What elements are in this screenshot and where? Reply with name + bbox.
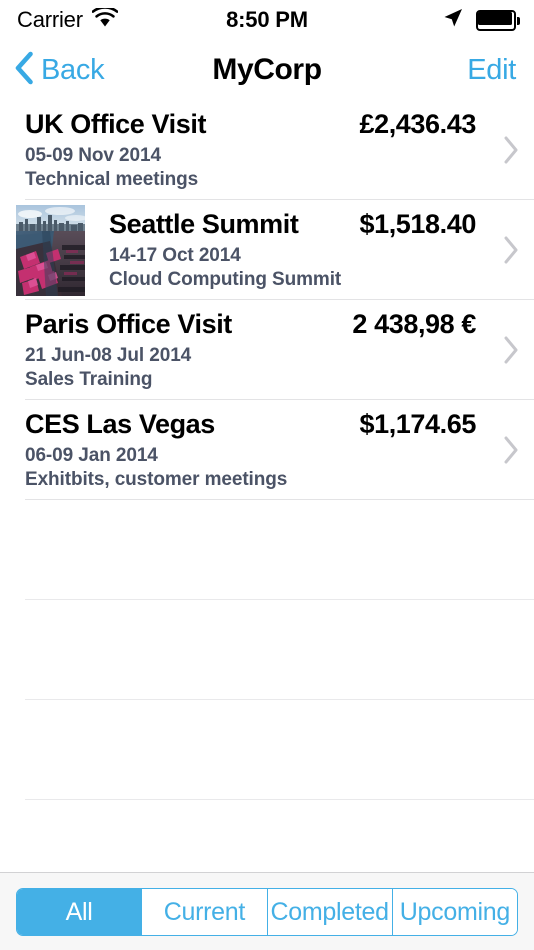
chevron-right-icon — [488, 235, 534, 265]
trip-amount: 2 438,98 € — [352, 309, 476, 339]
bottom-toolbar: All Current Completed Upcoming — [0, 872, 534, 950]
chevron-right-icon — [488, 135, 534, 165]
trip-row-topline: Paris Office Visit 2 438,98 € — [25, 309, 488, 340]
segment-upcoming[interactable]: Upcoming — [391, 889, 517, 935]
trip-title: UK Office Visit — [25, 109, 207, 139]
navigation-bar: Back MyCorp Edit — [0, 40, 534, 100]
status-bar-center: 8:50 PM — [180, 7, 354, 33]
trip-dates: 05-09 Nov 2014 — [25, 145, 161, 166]
edit-button[interactable]: Edit — [359, 54, 534, 87]
empty-list-row — [0, 500, 534, 600]
trip-row-content: UK Office Visit £2,436.43 05-09 Nov 2014… — [0, 109, 488, 191]
trip-title: Seattle Summit — [109, 209, 299, 239]
trip-amount: £2,436.43 — [359, 109, 476, 139]
trip-dates: 14-17 Oct 2014 — [109, 245, 241, 266]
trip-row-topline: UK Office Visit £2,436.43 — [25, 109, 488, 140]
chevron-right-icon — [488, 335, 534, 365]
trip-description: Exhitbits, customer meetings — [25, 469, 288, 490]
status-bar-left: Carrier — [0, 5, 180, 33]
segment-completed[interactable]: Completed — [266, 889, 392, 935]
trip-row-content: Paris Office Visit 2 438,98 € 21 Jun-08 … — [0, 309, 488, 391]
app-screen: Carrier 8:50 PM Back MyCorp Edit UK Offi… — [0, 0, 534, 950]
trip-row-topline: CES Las Vegas $1,174.65 — [25, 409, 488, 440]
trip-description: Technical meetings — [25, 169, 199, 190]
chevron-left-icon — [14, 51, 34, 90]
back-button-label: Back — [41, 53, 105, 86]
trip-description: Cloud Computing Summit — [109, 269, 342, 290]
empty-list-row — [0, 700, 534, 800]
empty-list-row — [0, 800, 534, 872]
filter-segmented-control[interactable]: All Current Completed Upcoming — [16, 888, 518, 936]
trip-row-content: Seattle Summit $1,518.40 14-17 Oct 2014 … — [85, 209, 488, 291]
location-arrow-icon — [442, 7, 464, 34]
status-bar-right — [354, 7, 534, 34]
battery-full-icon — [476, 9, 520, 31]
trip-amount: $1,174.65 — [359, 409, 476, 439]
back-button[interactable]: Back — [0, 51, 175, 90]
trip-row-content: CES Las Vegas $1,174.65 06-09 Jan 2014 E… — [0, 409, 488, 491]
trip-amount: $1,518.40 — [359, 209, 476, 239]
trip-dates: 21 Jun-08 Jul 2014 — [25, 345, 192, 366]
trip-title: Paris Office Visit — [25, 309, 232, 339]
clock-label: 8:50 PM — [226, 7, 308, 32]
table-row[interactable]: UK Office Visit £2,436.43 05-09 Nov 2014… — [0, 100, 534, 200]
table-row[interactable]: Paris Office Visit 2 438,98 € 21 Jun-08 … — [0, 300, 534, 400]
segment-all[interactable]: All — [17, 889, 142, 935]
empty-list-row — [0, 600, 534, 700]
trip-description: Sales Training — [25, 369, 153, 390]
wifi-icon — [91, 5, 119, 33]
trip-thumbnail — [16, 204, 85, 296]
trip-title: CES Las Vegas — [25, 409, 215, 439]
page-title: MyCorp — [212, 53, 322, 86]
trip-dates: 06-09 Jan 2014 — [25, 445, 158, 466]
trip-list[interactable]: UK Office Visit £2,436.43 05-09 Nov 2014… — [0, 100, 534, 872]
chevron-right-icon — [488, 435, 534, 465]
table-row[interactable]: CES Las Vegas $1,174.65 06-09 Jan 2014 E… — [0, 400, 534, 500]
status-bar: Carrier 8:50 PM — [0, 0, 534, 40]
carrier-label: Carrier — [17, 7, 83, 32]
trip-row-topline: Seattle Summit $1,518.40 — [109, 209, 488, 240]
table-row[interactable]: Seattle Summit $1,518.40 14-17 Oct 2014 … — [0, 200, 534, 300]
segment-current[interactable]: Current — [141, 889, 267, 935]
